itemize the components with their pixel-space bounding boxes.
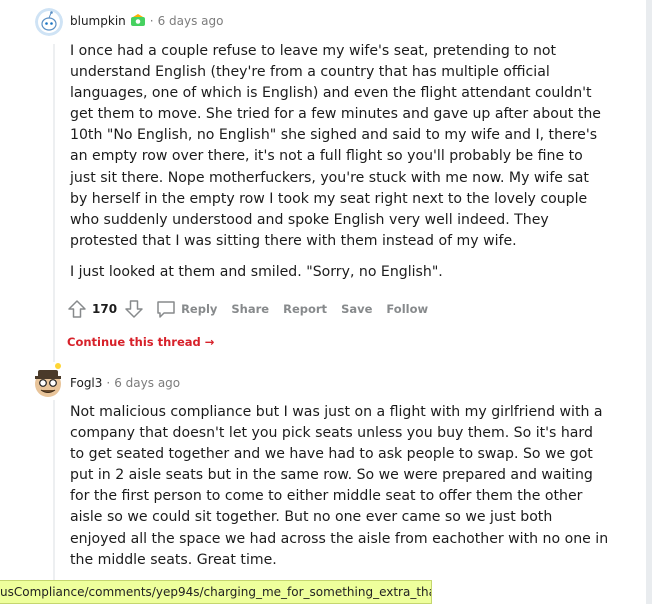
comment-paragraph: Not malicious compliance but I was just … [70,404,609,568]
comment-body: I once had a couple refuse to leave my w… [70,41,610,293]
username[interactable]: blumpkin [70,14,126,28]
thread-line[interactable] [53,400,55,580]
follow-label: Follow [386,302,429,316]
separator-dot: · [149,14,154,28]
report-button[interactable]: Report [279,302,327,316]
reply-button[interactable]: Reply [155,298,217,320]
continue-thread-label: Continue this thread [67,335,201,349]
comment-bubble-icon [157,301,175,318]
downvote-icon[interactable] [123,298,145,320]
save-label: Save [341,302,373,316]
username[interactable]: Fogl3 [70,376,102,390]
comment-header: Fogl3 · 6 days ago [70,376,180,390]
snoo-avatar-icon[interactable] [35,8,63,36]
status-bar-url: usCompliance/comments/yep94s/charging_me… [0,580,432,604]
flair-badge-icon [130,14,146,28]
save-button[interactable]: Save [337,302,372,316]
upvote-icon[interactable] [66,298,88,320]
user-avatar-icon[interactable] [33,362,63,398]
vote-score: 170 [92,302,118,316]
separator-dot: · [106,376,111,390]
timestamp[interactable]: 6 days ago [114,376,180,390]
timestamp[interactable]: 6 days ago [158,14,224,28]
comment-paragraph: I just looked at them and smiled. "Sorry… [70,263,443,280]
reply-label: Reply [181,302,218,316]
window-edge [646,0,652,604]
thread-line[interactable] [53,44,55,362]
comment-paragraph: I once had a couple refuse to leave my w… [70,43,601,249]
follow-button[interactable]: Follow [382,302,428,316]
comment-body: Not malicious compliance but I was just … [70,402,610,581]
comment-actions: 170 Reply Share Report Save Follow [66,297,428,321]
report-label: Report [283,302,328,316]
continue-thread-link[interactable]: Continue this thread → [67,335,214,349]
arrow-right-icon: → [204,335,215,349]
share-label: Share [231,302,270,316]
share-button[interactable]: Share [227,302,269,316]
comment-header: blumpkin · 6 days ago [70,14,224,28]
